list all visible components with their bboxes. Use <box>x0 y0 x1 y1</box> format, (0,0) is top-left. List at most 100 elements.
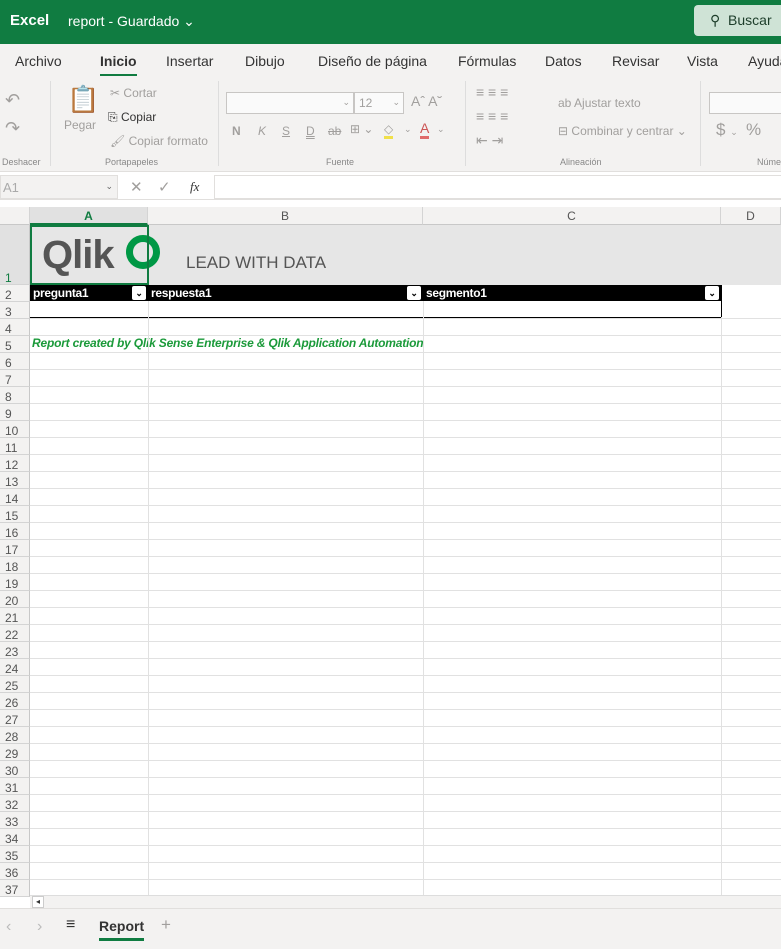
copy-button[interactable]: ⎘ Copiar <box>108 110 156 125</box>
sheet-tab-report[interactable]: Report <box>99 918 145 941</box>
merge-center-button[interactable]: ⊟ Combinar y centrar ⌄ <box>558 124 687 138</box>
row-header[interactable]: 3 <box>0 302 30 319</box>
next-sheet-icon[interactable]: › <box>37 918 42 936</box>
tab-vista[interactable]: Vista <box>687 53 718 69</box>
align-left-icon[interactable]: ≡ ≡ ≡ <box>476 108 508 124</box>
tab-ayuda[interactable]: Ayuda <box>748 53 781 69</box>
row-header[interactable]: 16 <box>0 523 30 540</box>
row-header[interactable]: 1 <box>0 225 30 285</box>
active-cell-a1[interactable] <box>30 225 149 285</box>
tab-insertar[interactable]: Insertar <box>166 53 213 69</box>
align-top-icon[interactable]: ≡ ≡ ≡ <box>476 84 508 100</box>
undo-icon[interactable]: ↶ <box>5 90 20 111</box>
bold-button[interactable]: N <box>232 124 241 138</box>
cut-button[interactable]: ✂ Cortar <box>110 86 157 100</box>
name-box[interactable]: A1 ⌄ <box>0 175 118 199</box>
row-header[interactable]: 26 <box>0 693 30 710</box>
currency-button[interactable]: $ ⌄ <box>716 120 738 140</box>
row-header[interactable]: 30 <box>0 761 30 778</box>
row-header[interactable]: 9 <box>0 404 30 421</box>
format-painter-button[interactable]: 🖌 Copiar formato <box>110 134 208 148</box>
redo-icon[interactable]: ↷ <box>5 118 20 139</box>
filter-dropdown-icon[interactable]: ⌄ <box>132 286 146 300</box>
percent-button[interactable]: % <box>746 120 761 140</box>
column-header-b[interactable]: B <box>148 207 423 225</box>
row-header[interactable]: 35 <box>0 846 30 863</box>
row-header[interactable]: 5 <box>0 336 30 353</box>
paste-icon[interactable]: 📋 <box>67 84 99 115</box>
insert-function-button[interactable]: fx <box>190 179 199 195</box>
tab-inicio[interactable]: Inicio <box>100 53 137 77</box>
italic-button[interactable]: K <box>258 124 266 138</box>
row-header[interactable]: 19 <box>0 574 30 591</box>
number-format-select[interactable] <box>709 92 781 114</box>
wrap-text-button[interactable]: ab Ajustar texto <box>558 96 641 110</box>
row-header[interactable]: 37 <box>0 880 30 897</box>
row-header[interactable]: 12 <box>0 455 30 472</box>
row-header[interactable]: 20 <box>0 591 30 608</box>
row-header[interactable]: 2 <box>0 285 30 302</box>
column-header-c[interactable]: C <box>423 207 721 225</box>
paste-button[interactable]: Pegar <box>64 118 96 132</box>
row-header[interactable]: 17 <box>0 540 30 557</box>
borders-icon[interactable]: ⊞ ⌄ <box>350 122 373 136</box>
row-header[interactable]: 6 <box>0 353 30 370</box>
row-header[interactable]: 10 <box>0 421 30 438</box>
tab-archivo[interactable]: Archivo <box>15 53 62 69</box>
horizontal-scrollbar[interactable]: ◂ <box>30 895 781 908</box>
fill-color-icon[interactable]: ◇ <box>384 122 394 139</box>
enter-icon[interactable]: ✓ <box>158 178 171 196</box>
add-sheet-icon[interactable]: + <box>161 915 171 935</box>
row-header[interactable]: 14 <box>0 489 30 506</box>
tab-dibujo[interactable]: Dibujo <box>245 53 285 69</box>
gridline <box>30 318 781 319</box>
filter-dropdown-icon[interactable]: ⌄ <box>407 286 421 300</box>
row-header[interactable]: 11 <box>0 438 30 455</box>
scroll-left-icon[interactable]: ◂ <box>32 896 44 908</box>
row-header[interactable]: 8 <box>0 387 30 404</box>
grow-font-icon[interactable]: Aˆ A˘ <box>411 93 442 109</box>
font-color-icon[interactable]: A <box>420 120 430 139</box>
gridline <box>30 675 781 676</box>
all-sheets-icon[interactable]: ≡ <box>66 916 75 934</box>
row-header[interactable]: 18 <box>0 557 30 574</box>
row-header[interactable]: 25 <box>0 676 30 693</box>
strikethrough-button[interactable]: ab <box>328 124 341 138</box>
row-header[interactable]: 32 <box>0 795 30 812</box>
cancel-icon[interactable]: ✕ <box>130 178 143 196</box>
underline-button[interactable]: S <box>282 124 290 138</box>
row-header[interactable]: 22 <box>0 625 30 642</box>
row-header[interactable]: 4 <box>0 319 30 336</box>
row-header[interactable]: 27 <box>0 710 30 727</box>
row-header[interactable]: 31 <box>0 778 30 795</box>
tab-revisar[interactable]: Revisar <box>612 53 659 69</box>
row-header[interactable]: 33 <box>0 812 30 829</box>
tab-diseno[interactable]: Diseño de página <box>318 53 427 69</box>
indent-icon[interactable]: ⇤ ⇥ <box>476 132 503 149</box>
gridline <box>30 811 781 812</box>
double-underline-button[interactable]: D <box>306 124 315 138</box>
gridline <box>30 828 781 829</box>
row-header[interactable]: 15 <box>0 506 30 523</box>
row-header[interactable]: 24 <box>0 659 30 676</box>
row-header[interactable]: 28 <box>0 727 30 744</box>
font-name-select[interactable]: ⌄ <box>226 92 354 114</box>
select-all-button[interactable] <box>0 207 30 225</box>
search-box[interactable]: ⚲ Buscar <box>694 5 781 36</box>
column-header-a[interactable]: A <box>30 207 148 225</box>
filter-dropdown-icon[interactable]: ⌄ <box>705 286 719 300</box>
document-title[interactable]: report - Guardado ⌄ <box>68 13 195 30</box>
row-header[interactable]: 29 <box>0 744 30 761</box>
row-header[interactable]: 13 <box>0 472 30 489</box>
row-header[interactable]: 7 <box>0 370 30 387</box>
row-header[interactable]: 23 <box>0 642 30 659</box>
row-header[interactable]: 21 <box>0 608 30 625</box>
row-header[interactable]: 34 <box>0 829 30 846</box>
font-size-select[interactable]: 12 ⌄ <box>354 92 404 114</box>
formula-input[interactable] <box>214 175 781 199</box>
column-header-d[interactable]: D <box>721 207 781 225</box>
tab-formulas[interactable]: Fórmulas <box>458 53 516 69</box>
tab-datos[interactable]: Datos <box>545 53 582 69</box>
prev-sheet-icon[interactable]: ‹ <box>6 918 11 936</box>
row-header[interactable]: 36 <box>0 863 30 880</box>
